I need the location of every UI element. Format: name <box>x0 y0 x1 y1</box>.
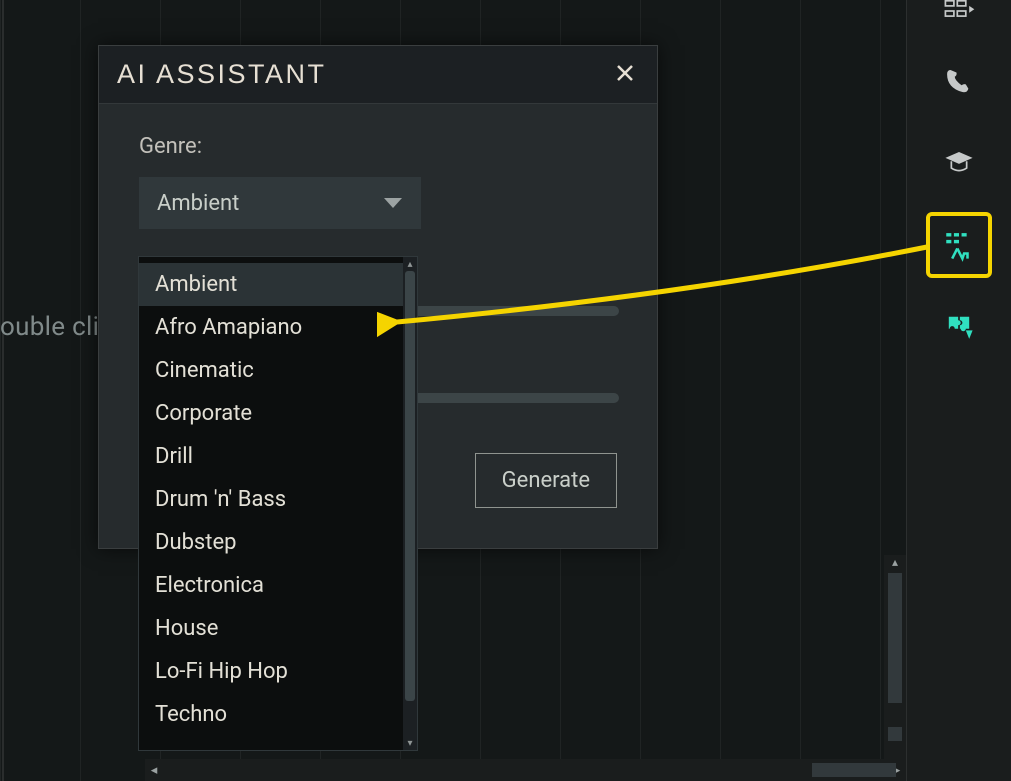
genre-option[interactable]: Lo-Fi Hip Hop <box>139 650 403 693</box>
clips-icon <box>942 0 976 28</box>
genre-option[interactable]: Drum 'n' Bass <box>139 478 403 521</box>
sidebar-clips-button[interactable] <box>907 0 1011 40</box>
hscroll-thumb[interactable] <box>812 763 896 777</box>
genre-option[interactable]: House <box>139 607 403 650</box>
genre-option[interactable]: Electronica <box>139 564 403 607</box>
vscroll-thumb-end[interactable] <box>888 727 902 741</box>
scroll-up-arrow[interactable]: ▴ <box>892 555 898 573</box>
sidebar-call-button[interactable] <box>907 40 1011 122</box>
dropdown-scroll-down[interactable]: ▾ <box>403 736 417 750</box>
generate-button[interactable]: Generate <box>475 453 617 508</box>
genre-dropdown-items: AmbientAfro AmapianoCinematicCorporateDr… <box>139 257 403 750</box>
genre-option[interactable]: Cinematic <box>139 349 403 392</box>
dropdown-scroll-thumb[interactable] <box>405 271 415 701</box>
vscroll-track[interactable] <box>888 573 902 759</box>
close-icon <box>615 63 635 83</box>
genre-label: Genre: <box>139 134 617 159</box>
learn-icon <box>942 146 976 180</box>
track-hint-text: ouble cli <box>0 312 97 342</box>
chevron-down-icon <box>383 191 403 216</box>
hscroll-track[interactable] <box>167 763 884 777</box>
sidebar-plugins-button[interactable] <box>907 286 1011 368</box>
sidebar-ai-assistant-button[interactable] <box>926 212 992 278</box>
genre-option[interactable]: Corporate <box>139 392 403 435</box>
genre-option[interactable]: Dubstep <box>139 521 403 564</box>
left-edge <box>2 0 4 781</box>
call-icon <box>942 64 976 98</box>
genre-option[interactable]: Ambient <box>139 263 403 306</box>
scroll-left-arrow[interactable]: ◂ <box>145 761 163 779</box>
plugins-icon <box>942 310 976 344</box>
dropdown-scrollbar[interactable]: ▴ ▾ <box>403 257 417 750</box>
modal-header: AI ASSISTANT <box>99 46 657 104</box>
modal-close-button[interactable] <box>611 58 639 92</box>
dropdown-scroll-up[interactable]: ▴ <box>403 257 417 271</box>
genre-dropdown-list[interactable]: AmbientAfro AmapianoCinematicCorporateDr… <box>138 256 418 751</box>
vscroll-thumb[interactable] <box>888 573 902 703</box>
sidebar-learn-button[interactable] <box>907 122 1011 204</box>
genre-select-value: Ambient <box>157 191 239 216</box>
right-sidebar <box>906 0 1011 781</box>
vertical-scrollbar[interactable]: ▴ <box>884 555 906 759</box>
genre-select[interactable]: Ambient <box>139 177 421 229</box>
ai-assistant-icon <box>942 228 976 262</box>
genre-option[interactable]: Techno <box>139 693 403 736</box>
modal-title: AI ASSISTANT <box>117 59 327 90</box>
genre-option[interactable]: Afro Amapiano <box>139 306 403 349</box>
genre-option[interactable]: Drill <box>139 435 403 478</box>
horizontal-scrollbar[interactable]: ◂ ▸ <box>145 759 906 781</box>
